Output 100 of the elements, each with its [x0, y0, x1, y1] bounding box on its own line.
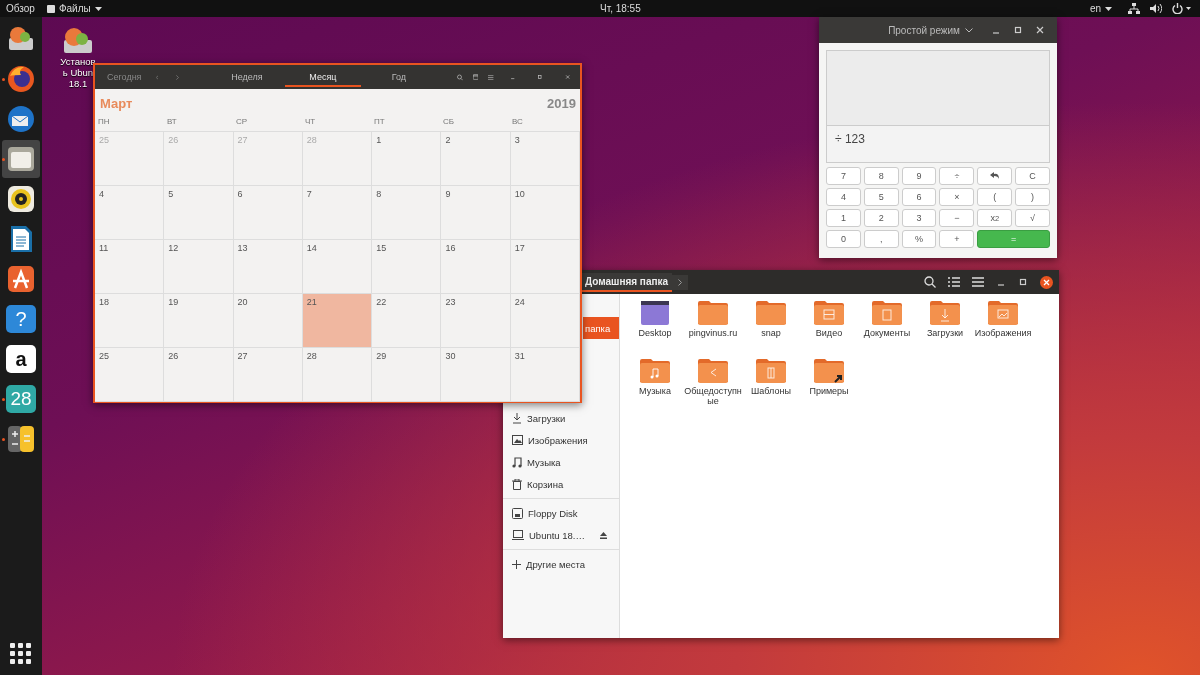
calculator-key[interactable]: 3 [901, 209, 937, 227]
maximize-icon[interactable] [1018, 277, 1028, 287]
drive-icon [512, 507, 523, 519]
day-cell[interactable]: 16 [441, 240, 511, 294]
day-cell[interactable]: 5 [164, 186, 234, 240]
day-cell[interactable]: 2 [441, 132, 511, 186]
calculator-key[interactable]: 6 [901, 188, 937, 206]
chevron-down-icon[interactable] [965, 27, 973, 33]
day-cell[interactable]: 23 [441, 294, 511, 348]
calculator-key[interactable]: ÷ [939, 167, 975, 185]
day-cell[interactable]: 25 [95, 348, 165, 402]
close-icon[interactable] [1035, 25, 1045, 35]
day-cell[interactable]: 30 [441, 348, 511, 402]
view-tab[interactable]: Год [360, 67, 437, 87]
day-cell[interactable]: 19 [164, 294, 234, 348]
undo-button[interactable] [977, 167, 1013, 185]
maximize-icon[interactable] [1013, 25, 1023, 35]
calculator-key[interactable]: 9 [901, 167, 937, 185]
calculator-key[interactable]: ) [1015, 188, 1050, 206]
day-cell[interactable]: 13 [233, 240, 303, 294]
calculator-key[interactable]: C [1015, 167, 1050, 185]
sidebar-item[interactable]: папка [583, 317, 619, 339]
day-cell[interactable]: 29 [372, 348, 442, 402]
day-cell[interactable]: 20 [233, 294, 303, 348]
calculator-key[interactable]: 1 [826, 209, 861, 227]
calculator-key[interactable]: ( [977, 188, 1013, 206]
sidebar-item[interactable]: Другие места [503, 553, 619, 575]
day-cell[interactable]: 26 [164, 348, 234, 402]
view-tab[interactable]: Месяц [284, 67, 361, 87]
day-cell[interactable]: 28 [302, 348, 373, 402]
calculator-key[interactable]: 2 [863, 209, 899, 227]
chevron-right-icon[interactable] [678, 278, 683, 286]
day-cell[interactable]: 11 [95, 240, 165, 294]
expression-field[interactable]: ÷ 123 [826, 125, 1050, 163]
activities-button[interactable]: Обзор [0, 3, 41, 14]
close-icon[interactable] [564, 72, 570, 82]
day-cell[interactable]: 18 [95, 294, 165, 348]
day-cell[interactable]: 1 [372, 132, 442, 186]
day-cell[interactable]: 3 [510, 132, 580, 186]
day-cell[interactable]: 22 [372, 294, 442, 348]
calculator-key[interactable]: % [901, 230, 937, 248]
app-menu[interactable]: Файлы [46, 3, 102, 14]
calendar-icon[interactable] [472, 72, 479, 82]
caret-icon[interactable] [1105, 6, 1112, 11]
clock[interactable]: Чт, 18:55 [600, 3, 641, 14]
path-forward-button[interactable] [672, 274, 689, 290]
day-cell[interactable]: 31 [510, 348, 580, 402]
sidebar-item[interactable]: Музыка [503, 451, 619, 473]
mode-menu[interactable]: Простой режим [888, 24, 973, 36]
day-cell[interactable]: 12 [164, 240, 234, 294]
path-button[interactable]: Домашняя папка [581, 272, 673, 292]
day-cell[interactable]: 4 [95, 186, 165, 240]
day-cell[interactable]: 9 [441, 186, 511, 240]
calculator-key[interactable]: 0 [826, 230, 861, 248]
day-cell[interactable]: 8 [372, 186, 442, 240]
dock-item[interactable] [2, 140, 40, 178]
day-cell[interactable]: 10 [510, 186, 580, 240]
calculator-key[interactable]: 7 [826, 167, 861, 185]
calculator-key[interactable]: √ [1015, 209, 1050, 227]
close-button[interactable] [1040, 275, 1053, 289]
folder-icon[interactable] [813, 358, 845, 384]
year-title: 2019 [547, 96, 576, 111]
day-cell[interactable]: 24 [510, 294, 580, 348]
day-cell[interactable]: 17 [510, 240, 580, 294]
installer-icon[interactable] [61, 26, 95, 56]
sidebar-item[interactable]: Корзина [503, 473, 619, 495]
search-icon[interactable] [924, 276, 936, 288]
keyboard-layout[interactable]: en [1083, 3, 1118, 14]
view-tab[interactable]: Неделя [208, 67, 285, 87]
volume-icon[interactable] [1150, 3, 1162, 14]
sidebar-item[interactable]: Загрузки [503, 407, 619, 429]
today-button[interactable]: Сегодня [95, 72, 142, 82]
list-view-icon[interactable] [948, 276, 960, 288]
menu-icon[interactable] [488, 72, 494, 82]
calculator-key[interactable]: × [939, 188, 975, 206]
calculator-key[interactable]: 4 [826, 188, 861, 206]
maximize-icon[interactable] [537, 72, 543, 82]
desktop-folder-icon[interactable] [640, 300, 670, 326]
day-cell[interactable]: 7 [302, 186, 373, 240]
app-grid-icon[interactable] [10, 643, 32, 665]
sidebar-item[interactable]: Изображения [503, 429, 619, 451]
caret-icon[interactable] [94, 6, 102, 11]
network-icon[interactable] [1128, 3, 1140, 14]
day-cell[interactable]: 15 [372, 240, 442, 294]
calculator-key[interactable]: 5 [863, 188, 899, 206]
menu-icon[interactable] [972, 277, 984, 287]
sidebar-item[interactable]: Floppy Disk [503, 502, 619, 524]
calculator-key[interactable]: , [863, 230, 899, 248]
speaker-icon [6, 184, 36, 214]
running-indicator [2, 158, 5, 161]
day-cell[interactable]: 27 [233, 348, 303, 402]
day-cell[interactable]: 6 [233, 186, 303, 240]
calculator-key[interactable]: + [939, 230, 975, 248]
calculator-key[interactable]: 8 [863, 167, 899, 185]
sidebar-item[interactable]: Ubuntu 18.… [503, 524, 619, 546]
mail-icon [6, 104, 36, 134]
power-icon[interactable] [1172, 3, 1192, 14]
eject-icon[interactable] [600, 531, 607, 539]
day-cell[interactable]: 21 [302, 294, 373, 348]
calculator-key[interactable]: − [939, 209, 975, 227]
